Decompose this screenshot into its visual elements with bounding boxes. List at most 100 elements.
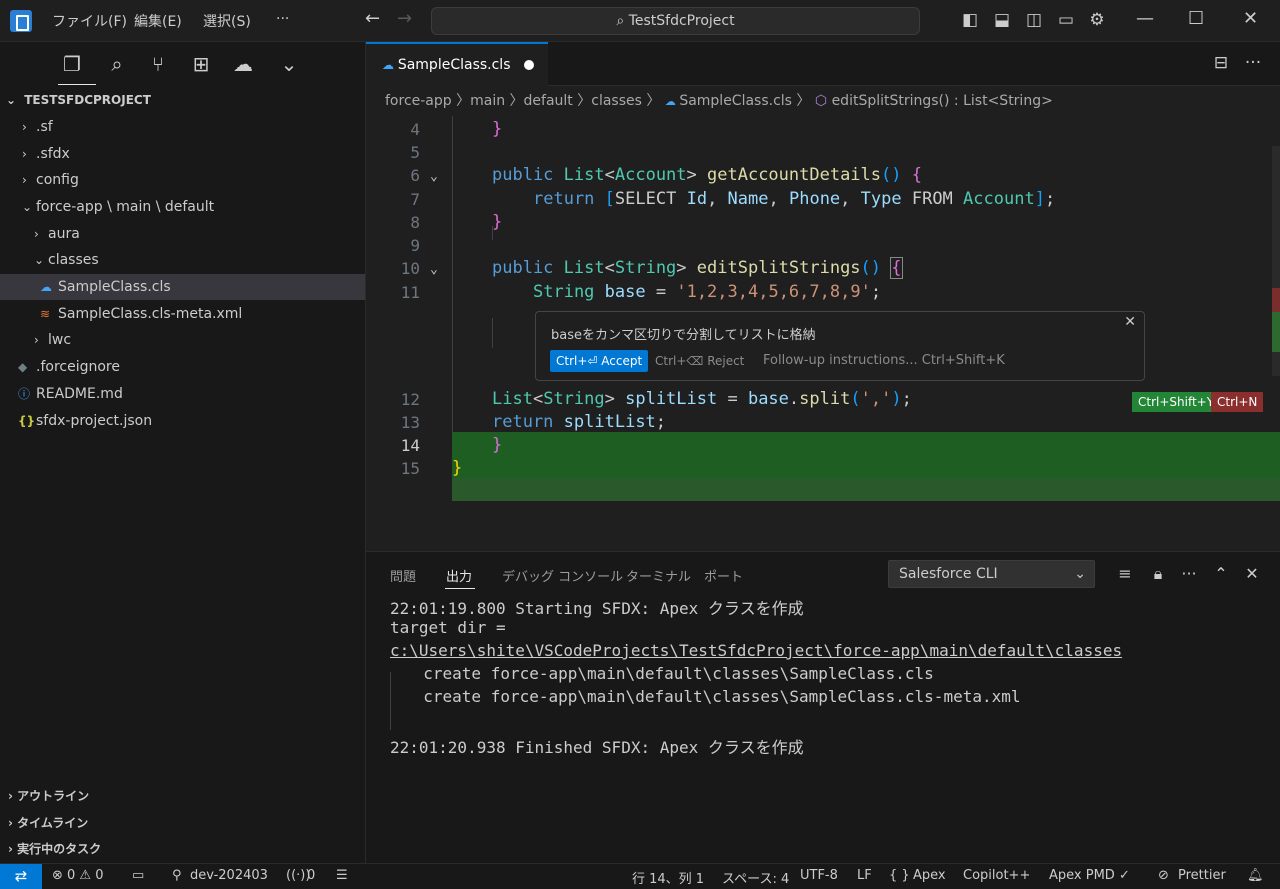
menu-file[interactable]: ファイル(F) [52, 11, 127, 31]
eol[interactable]: LF [857, 868, 872, 883]
chevron-right-icon: › [8, 816, 18, 830]
reject-button[interactable]: Ctrl+⌫ Reject [655, 350, 744, 372]
tab-debug-console[interactable]: デバッグ コンソール [502, 566, 623, 585]
section-running-tasks[interactable]: › 実行中のタスク [0, 836, 365, 862]
code-view[interactable]: 4 5 6 7 8 9 10 11 12 13 14 15 ⌄ ⌄ } publ… [366, 116, 1280, 551]
maximize-panel-icon[interactable]: ⌃ [1211, 564, 1231, 583]
menu-more[interactable]: ··· [276, 11, 289, 27]
tree-folder-classes[interactable]: ⌄ classes [0, 247, 365, 273]
salesforce-cloud-icon[interactable]: ☁ [231, 52, 255, 76]
more-actions-icon[interactable]: ··· [1179, 564, 1199, 583]
tree-folder-aura[interactable]: › aura [0, 221, 365, 247]
project-header[interactable]: ⌄ TESTSFDCPROJECT [0, 87, 365, 113]
breadcrumb-file[interactable]: SampleClass.cls [679, 93, 792, 109]
close-icon[interactable]: ✕ [1124, 314, 1136, 330]
indentation[interactable]: スペース: 4 [722, 868, 789, 887]
back-arrow-icon[interactable]: ← [365, 8, 380, 29]
prettier-status[interactable]: Prettier [1178, 868, 1226, 883]
search-icon[interactable]: ⌕ [105, 52, 129, 76]
tab-ports[interactable]: ポート [704, 566, 743, 585]
tree-folder-sf[interactable]: › .sf [0, 114, 365, 140]
accept-shortcut-badge[interactable]: Ctrl+Shift+Y [1132, 392, 1221, 412]
tree-folder-config[interactable]: › config [0, 167, 365, 193]
close-panel-icon[interactable]: ✕ [1242, 564, 1262, 583]
feedback-icon[interactable]: ▭ [1056, 10, 1076, 30]
tree-file-readme[interactable]: ⓘ README.md [0, 381, 365, 407]
layout-icon[interactable]: ▭ [132, 868, 144, 883]
breadcrumb-path[interactable]: force-app 〉main 〉default 〉classes 〉 [385, 93, 660, 109]
notifications-bell-icon[interactable]: 🔔︎ [1247, 868, 1264, 883]
chevron-down-icon: ⌄ [34, 253, 45, 267]
chat-prompt[interactable]: baseをカンマ区切りで分割してリストに格納 [551, 324, 816, 343]
reject-shortcut-badge[interactable]: Ctrl+N [1211, 392, 1264, 412]
accept-button[interactable]: Ctrl+⏎ Accept [550, 350, 649, 372]
apex-cloud-icon: ☁ [382, 58, 398, 72]
gear-icon[interactable]: ⚙ [1087, 10, 1107, 30]
section-outline[interactable]: › アウトライン [0, 783, 365, 809]
tree-file-sfdx-project[interactable]: {}sfdx-project.json [0, 408, 365, 434]
split-editor-icon[interactable]: ⊟ [1211, 53, 1231, 73]
editor-area: ☁ SampleClass.cls ⊟ ··· force-app 〉main … [366, 42, 1280, 551]
tab-sampleclass[interactable]: ☁ SampleClass.cls [366, 42, 548, 86]
chevron-down-icon: ⌄ [6, 93, 17, 107]
menu-icon[interactable]: ☰ [336, 868, 348, 883]
minimize-icon[interactable]: — [1136, 8, 1154, 29]
chevron-down-icon[interactable]: ⌄ [277, 52, 301, 76]
fold-chevron-icon[interactable]: ⌄ [430, 169, 438, 184]
breadcrumb-symbol[interactable]: editSplitStrings() : List<String> [832, 93, 1053, 109]
explorer-icon[interactable]: ❐ [60, 52, 84, 76]
line-number: 12 [400, 390, 420, 409]
menu-selection[interactable]: 選択(S) [203, 11, 251, 31]
encoding[interactable]: UTF-8 [800, 868, 838, 883]
ports-count[interactable]: 0 [307, 868, 315, 883]
output-channel-value: Salesforce CLI [899, 566, 998, 582]
source-control-icon[interactable]: ⑂ [146, 52, 170, 76]
tree-file-forceignore[interactable]: ◆ .forceignore [0, 354, 365, 380]
code-line-13: return splitList; [492, 412, 667, 432]
tab-terminal[interactable]: ターミナル [626, 566, 691, 585]
command-center-search[interactable]: ⌕ TestSfdcProject [431, 7, 920, 35]
output-channel-select[interactable]: Salesforce CLI ⌄ [888, 560, 1095, 588]
tree-folder-lwc[interactable]: › lwc [0, 327, 365, 353]
vscode-logo-icon [10, 10, 32, 32]
remote-icon[interactable]: ⇄ [0, 864, 42, 889]
fold-chevron-icon[interactable]: ⌄ [430, 262, 438, 277]
problems-status[interactable]: ⊗ 0 ⚠ 0 [52, 868, 104, 883]
output-line: 22:01:20.938 Finished SFDX: Apex クラスを作成 [390, 738, 804, 757]
more-actions-icon[interactable]: ··· [1243, 53, 1263, 73]
tree-file-sampleclass[interactable]: ☁ SampleClass.cls [0, 274, 365, 300]
tab-problems[interactable]: 問題 [390, 566, 416, 585]
close-icon[interactable]: ✕ [1243, 8, 1258, 29]
tree-file-sampleclass-meta[interactable]: ≋ SampleClass.cls-meta.xml [0, 301, 365, 327]
toggle-sidebar-icon[interactable]: ◧ [960, 10, 980, 30]
pmd-status[interactable]: Apex PMD ✓ [1049, 868, 1130, 883]
language-mode[interactable]: Apex [913, 868, 946, 883]
breadcrumb-separator: 〉 [796, 93, 811, 109]
followup-input[interactable]: Follow-up instructions... Ctrl+Shift+K [763, 350, 1005, 372]
maximize-icon[interactable]: ☐ [1188, 8, 1204, 29]
chevron-right-icon: › [22, 173, 27, 187]
apex-cloud-icon: ☁ [664, 95, 680, 108]
json-braces-icon: {} [18, 414, 36, 428]
extensions-icon[interactable]: ⊞ [189, 52, 213, 76]
tree-label: SampleClass.cls [58, 279, 171, 295]
copilot-status[interactable]: Copilot++ [963, 868, 1030, 883]
cursor-position[interactable]: 行 14、列 1 [632, 868, 704, 887]
lock-scroll-icon[interactable]: 🔒︎ [1148, 564, 1168, 584]
forward-arrow-icon[interactable]: → [397, 8, 412, 29]
clear-output-icon[interactable]: ≡ [1115, 564, 1135, 583]
section-timeline[interactable]: › タイムライン [0, 810, 365, 836]
line-number: 4 [410, 120, 420, 139]
branch-status[interactable]: dev-202403 [190, 868, 268, 883]
chevron-right-icon: › [34, 333, 39, 347]
toggle-secondary-sidebar-icon[interactable]: ◫ [1024, 10, 1044, 30]
tree-folder-force-app[interactable]: ⌄ force-app \ main \ default [0, 194, 365, 220]
tab-output[interactable]: 出力 [446, 566, 472, 585]
menu-edit[interactable]: 編集(E) [134, 11, 182, 31]
search-icon: ⌕ [616, 13, 625, 29]
output-link[interactable]: c:\Users\shite\VSCodeProjects\TestSfdcPr… [390, 641, 1122, 660]
chevron-down-icon: ⌄ [22, 200, 33, 214]
unsaved-dot-icon[interactable] [524, 60, 534, 70]
tree-folder-sfdx[interactable]: › .sfdx [0, 141, 365, 167]
toggle-panel-icon[interactable]: ⬓ [992, 10, 1012, 30]
